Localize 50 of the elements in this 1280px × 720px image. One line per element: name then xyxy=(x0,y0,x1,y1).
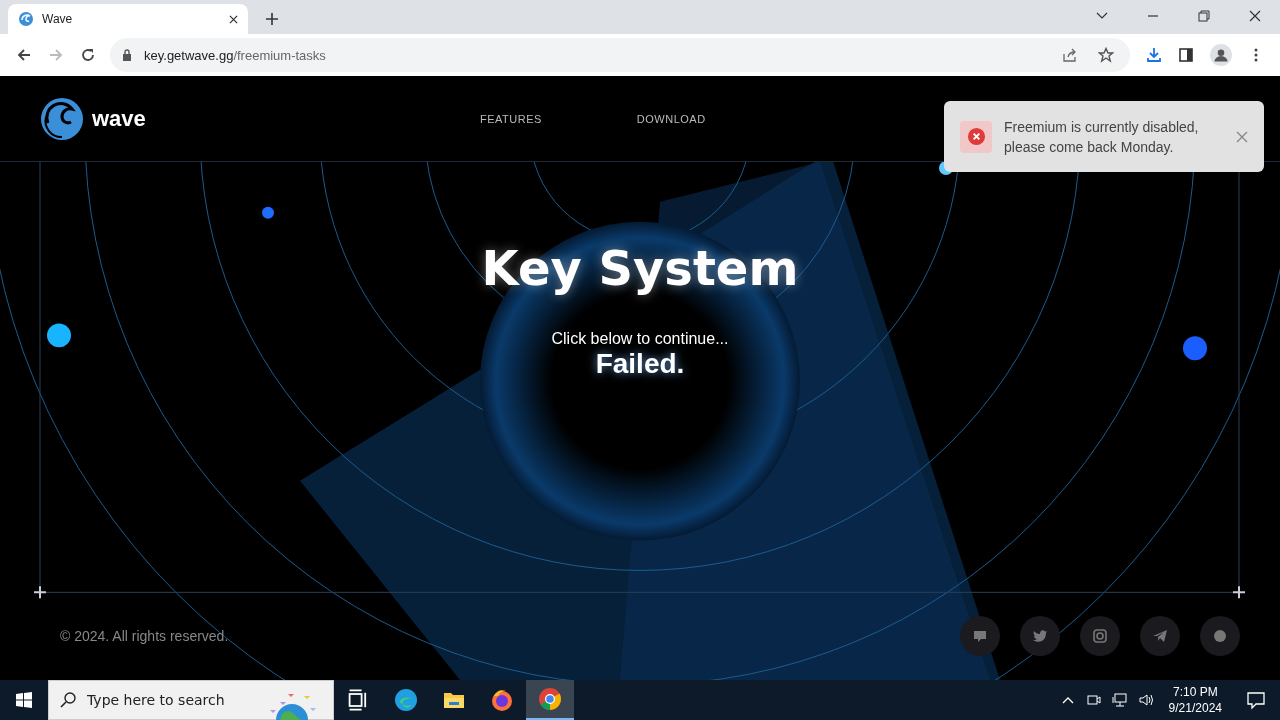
side-panel-icon[interactable] xyxy=(1178,47,1194,63)
page-title: Key System xyxy=(481,240,799,296)
toast-message: Freemium is currently disabled, please come back Monday. xyxy=(1004,117,1200,157)
brand-name[interactable]: wave xyxy=(92,105,146,132)
back-icon[interactable] xyxy=(16,47,32,63)
subtitle: Click below to continue... xyxy=(551,330,729,348)
camera-icon[interactable] xyxy=(1085,692,1102,708)
clock[interactable]: 7:10 PM 9/21/2024 xyxy=(1168,684,1222,716)
notification-icon[interactable] xyxy=(1246,690,1266,710)
restore-icon[interactable] xyxy=(1198,10,1210,22)
network-icon[interactable] xyxy=(1111,692,1128,708)
nav-link[interactable]: FEATURES xyxy=(480,112,542,125)
close-icon[interactable] xyxy=(1249,10,1261,22)
lock-icon xyxy=(122,49,132,61)
wave-logo-icon[interactable] xyxy=(40,96,84,141)
share-icon[interactable] xyxy=(1062,47,1078,63)
address-bar[interactable]: key.getwave.gg/freemium-tasks xyxy=(110,38,1130,72)
edge-icon xyxy=(394,688,418,712)
camera-icon xyxy=(1092,628,1108,644)
floating-dot xyxy=(1183,336,1207,361)
crosshair-icon xyxy=(33,585,47,600)
crosshair-icon xyxy=(1232,585,1246,600)
chrome-icon xyxy=(538,687,562,711)
social-button[interactable] xyxy=(1080,616,1120,656)
volume-icon[interactable] xyxy=(1137,692,1154,708)
social-button[interactable] xyxy=(960,616,1000,656)
search-field[interactable]: Type here to search xyxy=(48,680,334,720)
search-icon xyxy=(60,692,76,708)
download-icon[interactable] xyxy=(1146,47,1162,63)
copyright-text: © 2024. All rights reserved. xyxy=(60,628,230,644)
close-icon[interactable] xyxy=(229,14,238,24)
nav-link[interactable]: DOWNLOAD xyxy=(636,112,706,125)
browser-tab[interactable]: Wave xyxy=(8,4,248,34)
paper-plane-icon xyxy=(1152,628,1168,644)
social-button[interactable] xyxy=(1200,616,1240,656)
windows-start-icon[interactable] xyxy=(16,692,32,708)
new-tab-icon[interactable] xyxy=(266,13,278,25)
bird-icon xyxy=(1032,628,1048,644)
status-text: Failed. xyxy=(595,348,685,380)
floating-dot xyxy=(262,206,274,219)
firefox-icon xyxy=(490,688,514,712)
error-icon xyxy=(960,120,992,153)
reload-icon[interactable] xyxy=(80,47,96,63)
social-button[interactable] xyxy=(1020,616,1060,656)
floating-dot xyxy=(47,323,71,348)
chat-icon xyxy=(972,628,988,644)
star-icon[interactable] xyxy=(1098,47,1114,63)
wave-logo-icon xyxy=(18,11,34,27)
social-button[interactable] xyxy=(1140,616,1180,656)
profile-icon[interactable] xyxy=(1210,44,1232,66)
